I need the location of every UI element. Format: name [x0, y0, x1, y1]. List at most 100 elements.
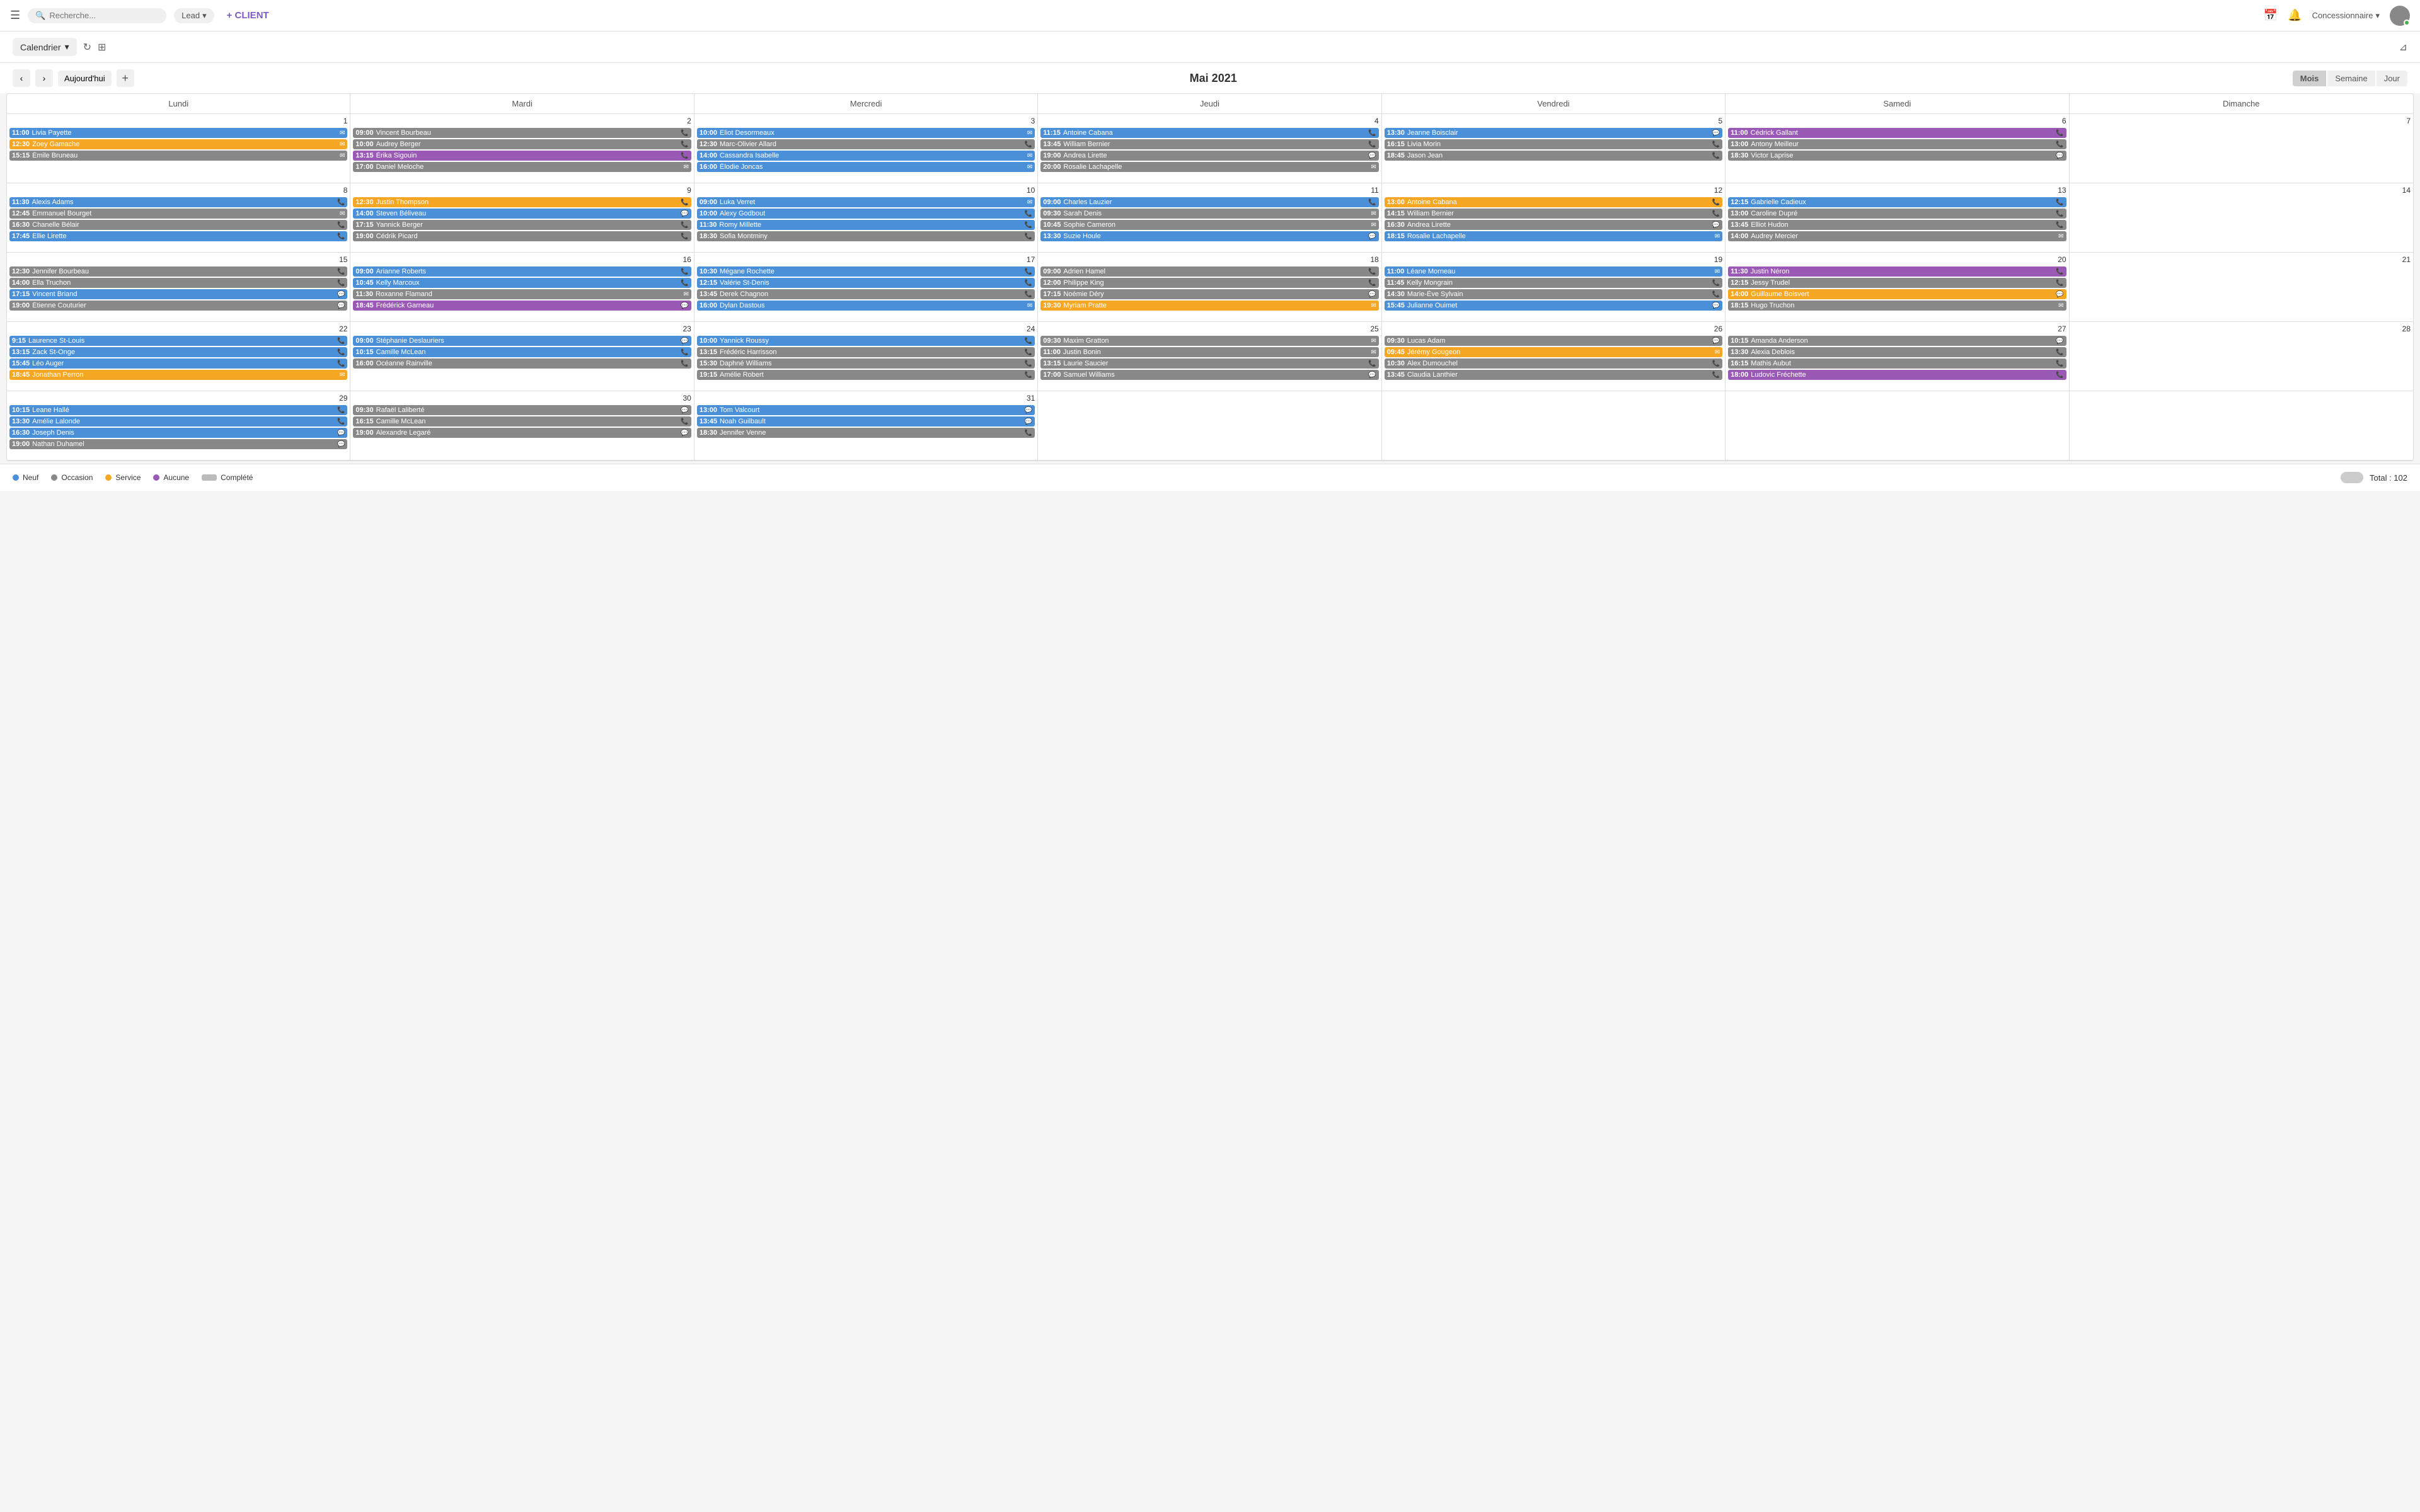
event[interactable]: 09:00Luka Verret✉ — [697, 197, 1035, 207]
event[interactable]: 13:15Zack St-Onge📞 — [9, 347, 347, 357]
event[interactable]: 18:00Ludovic Fréchette📞 — [1728, 370, 2066, 380]
event[interactable]: 09:30Sarah Denis✉ — [1040, 209, 1378, 219]
event[interactable]: 19:00Étienne Couturier💬 — [9, 301, 347, 311]
event[interactable]: 19:00Cédrik Picard📞 — [353, 231, 691, 241]
event[interactable]: 19:00Andrea Lirette💬 — [1040, 151, 1378, 161]
menu-icon[interactable]: ☰ — [10, 9, 20, 22]
event[interactable]: 18:15Hugo Truchon✉ — [1728, 301, 2066, 311]
event[interactable]: 16:30Joseph Denis💬 — [9, 428, 347, 438]
event[interactable]: 12:30Marc-Olivier Allard📞 — [697, 139, 1035, 149]
event[interactable]: 10:00Eliot Desormeaux✉ — [697, 128, 1035, 138]
sync-icon[interactable]: ↻ — [83, 41, 91, 54]
event[interactable]: 13:30Suzie Houle💬 — [1040, 231, 1378, 241]
search-bar[interactable]: 🔍 — [28, 8, 166, 23]
day-view-button[interactable]: Jour — [2377, 71, 2407, 86]
add-event-button[interactable]: + — [117, 69, 134, 87]
event[interactable]: 13:00Tom Valcourt💬 — [697, 405, 1035, 415]
event[interactable]: 18:45Jason Jean📞 — [1385, 151, 1722, 161]
event[interactable]: 14:00Cassandra Isabelle✉ — [697, 151, 1035, 161]
event[interactable]: 18:15Rosalie Lachapelle✉ — [1385, 231, 1722, 241]
event[interactable]: 13:45Derek Chagnon📞 — [697, 289, 1035, 299]
event[interactable]: 10:30Alex Dumouchel📞 — [1385, 358, 1722, 369]
event[interactable]: 11:00Justin Bonin✉ — [1040, 347, 1378, 357]
event[interactable]: 13:45Noah Guilbault💬 — [697, 416, 1035, 427]
event[interactable]: 9:15Laurence St-Louis📞 — [9, 336, 347, 346]
event[interactable]: 10:00Alexy Godbout📞 — [697, 209, 1035, 219]
event[interactable]: 13:00Antony Meilleur📞 — [1728, 139, 2066, 149]
event[interactable]: 12:15Jessy Trudel📞 — [1728, 278, 2066, 288]
event[interactable]: 16:15Camille McLean📞 — [353, 416, 691, 427]
event[interactable]: 12:30Jennifer Bourbeau📞 — [9, 266, 347, 277]
event[interactable]: 11:00Léane Morneau✉ — [1385, 266, 1722, 277]
event[interactable]: 13:30Amélie Lalonde📞 — [9, 416, 347, 427]
event[interactable]: 16:15Livia Morin📞 — [1385, 139, 1722, 149]
avatar[interactable] — [2390, 6, 2410, 26]
event[interactable]: 13:30Alexia Deblois📞 — [1728, 347, 2066, 357]
event[interactable]: 09:00Charles Lauzier📞 — [1040, 197, 1378, 207]
lead-dropdown[interactable]: Lead ▾ — [174, 8, 214, 23]
event[interactable]: 18:45Frédérick Garneau💬 — [353, 301, 691, 311]
event[interactable]: 13:00Caroline Dupré📞 — [1728, 209, 2066, 219]
event[interactable]: 16:00Élodie Joncas✉ — [697, 162, 1035, 172]
event[interactable]: 16:00Dylan Dastous✉ — [697, 301, 1035, 311]
event[interactable]: 19:30Myriam Pratte✉ — [1040, 301, 1378, 311]
event[interactable]: 12:45Emmanuel Bourget✉ — [9, 209, 347, 219]
week-view-button[interactable]: Semaine — [2327, 71, 2375, 86]
filter-icon[interactable]: ⊿ — [2399, 41, 2407, 54]
event[interactable]: 17:15Vincent Briand💬 — [9, 289, 347, 299]
event[interactable]: 11:45Kelly Mongrain📞 — [1385, 278, 1722, 288]
toggle-switch[interactable] — [2341, 472, 2363, 483]
event[interactable]: 17:45Ellie Lirette📞 — [9, 231, 347, 241]
event[interactable]: 13:00Antoine Cabana📞 — [1385, 197, 1722, 207]
event[interactable]: 19:00Alexandre Legaré💬 — [353, 428, 691, 438]
event[interactable]: 12:30Zoey Gamache✉ — [9, 139, 347, 149]
event[interactable]: 09:45Jérémy Gougeon✉ — [1385, 347, 1722, 357]
event[interactable]: 17:00Daniel Meloche✉ — [353, 162, 691, 172]
event[interactable]: 12:15Valérie St-Denis📞 — [697, 278, 1035, 288]
event[interactable]: 10:30Mégane Rochette📞 — [697, 266, 1035, 277]
event[interactable]: 11:30Roxanne Flamand✉ — [353, 289, 691, 299]
event[interactable]: 11:00Livia Payette✉ — [9, 128, 347, 138]
event[interactable]: 16:30Chanelle Bélair📞 — [9, 220, 347, 230]
event[interactable]: 10:45Sophie Cameron✉ — [1040, 220, 1378, 230]
event[interactable]: 14:15William Bernier📞 — [1385, 209, 1722, 219]
event[interactable]: 15:45Léo Auger📞 — [9, 358, 347, 369]
bell-icon[interactable]: 🔔 — [2288, 9, 2302, 22]
event[interactable]: 10:15Camille McLean📞 — [353, 347, 691, 357]
event[interactable]: 10:00Audrey Berger📞 — [353, 139, 691, 149]
calendar-dropdown[interactable]: Calendrier ▾ — [13, 38, 77, 56]
event[interactable]: 19:00Nathan Duhamel💬 — [9, 439, 347, 449]
event[interactable]: 13:45Claudia Lanthier📞 — [1385, 370, 1722, 380]
event[interactable]: 11:30Alexis Adams📞 — [9, 197, 347, 207]
dealer-dropdown[interactable]: Concessionnaire ▾ — [2312, 11, 2380, 21]
event[interactable]: 11:30Justin Néron📞 — [1728, 266, 2066, 277]
event[interactable]: 09:00Arianne Roberts📞 — [353, 266, 691, 277]
event[interactable]: 12:15Gabrielle Cadieux📞 — [1728, 197, 2066, 207]
save-icon[interactable]: ⊞ — [98, 41, 106, 54]
event[interactable]: 14:00Audrey Mercier✉ — [1728, 231, 2066, 241]
event[interactable]: 11:00Cédrick Gallant📞 — [1728, 128, 2066, 138]
event[interactable]: 15:45Julianne Ouimet💬 — [1385, 301, 1722, 311]
event[interactable]: 17:15Noémie Déry💬 — [1040, 289, 1378, 299]
event[interactable]: 18:30Jennifer Venne📞 — [697, 428, 1035, 438]
search-input[interactable] — [49, 11, 159, 20]
event[interactable]: 13:45Elliot Hudon📞 — [1728, 220, 2066, 230]
event[interactable]: 14:30Marie-Ève Sylvain📞 — [1385, 289, 1722, 299]
add-client-button[interactable]: + CLIENT — [227, 10, 269, 21]
event[interactable]: 13:15Frédéric Harrisson📞 — [697, 347, 1035, 357]
event[interactable]: 14:00Guillaume Boisvert💬 — [1728, 289, 2066, 299]
event[interactable]: 15:30Daphné Williams📞 — [697, 358, 1035, 369]
event[interactable]: 13:45William Bernier📞 — [1040, 139, 1378, 149]
event[interactable]: 09:30Lucas Adam💬 — [1385, 336, 1722, 346]
today-button[interactable]: Aujourd'hui — [58, 71, 112, 86]
event[interactable]: 10:45Kelly Marcoux📞 — [353, 278, 691, 288]
event[interactable]: 12:30Justin Thompson📞 — [353, 197, 691, 207]
event[interactable]: 13:30Jeanne Boisclair💬 — [1385, 128, 1722, 138]
event[interactable]: 18:30Sofia Montminy📞 — [697, 231, 1035, 241]
event[interactable]: 11:15Antoine Cabana📞 — [1040, 128, 1378, 138]
event[interactable]: 18:45Jonathan Perron✉ — [9, 370, 347, 380]
event[interactable]: 18:30Victor Laprise💬 — [1728, 151, 2066, 161]
event[interactable]: 09:00Stéphanie Deslauriers💬 — [353, 336, 691, 346]
event[interactable]: 16:15Mathis Aubut📞 — [1728, 358, 2066, 369]
event[interactable]: 14:00Ella Truchon📞 — [9, 278, 347, 288]
